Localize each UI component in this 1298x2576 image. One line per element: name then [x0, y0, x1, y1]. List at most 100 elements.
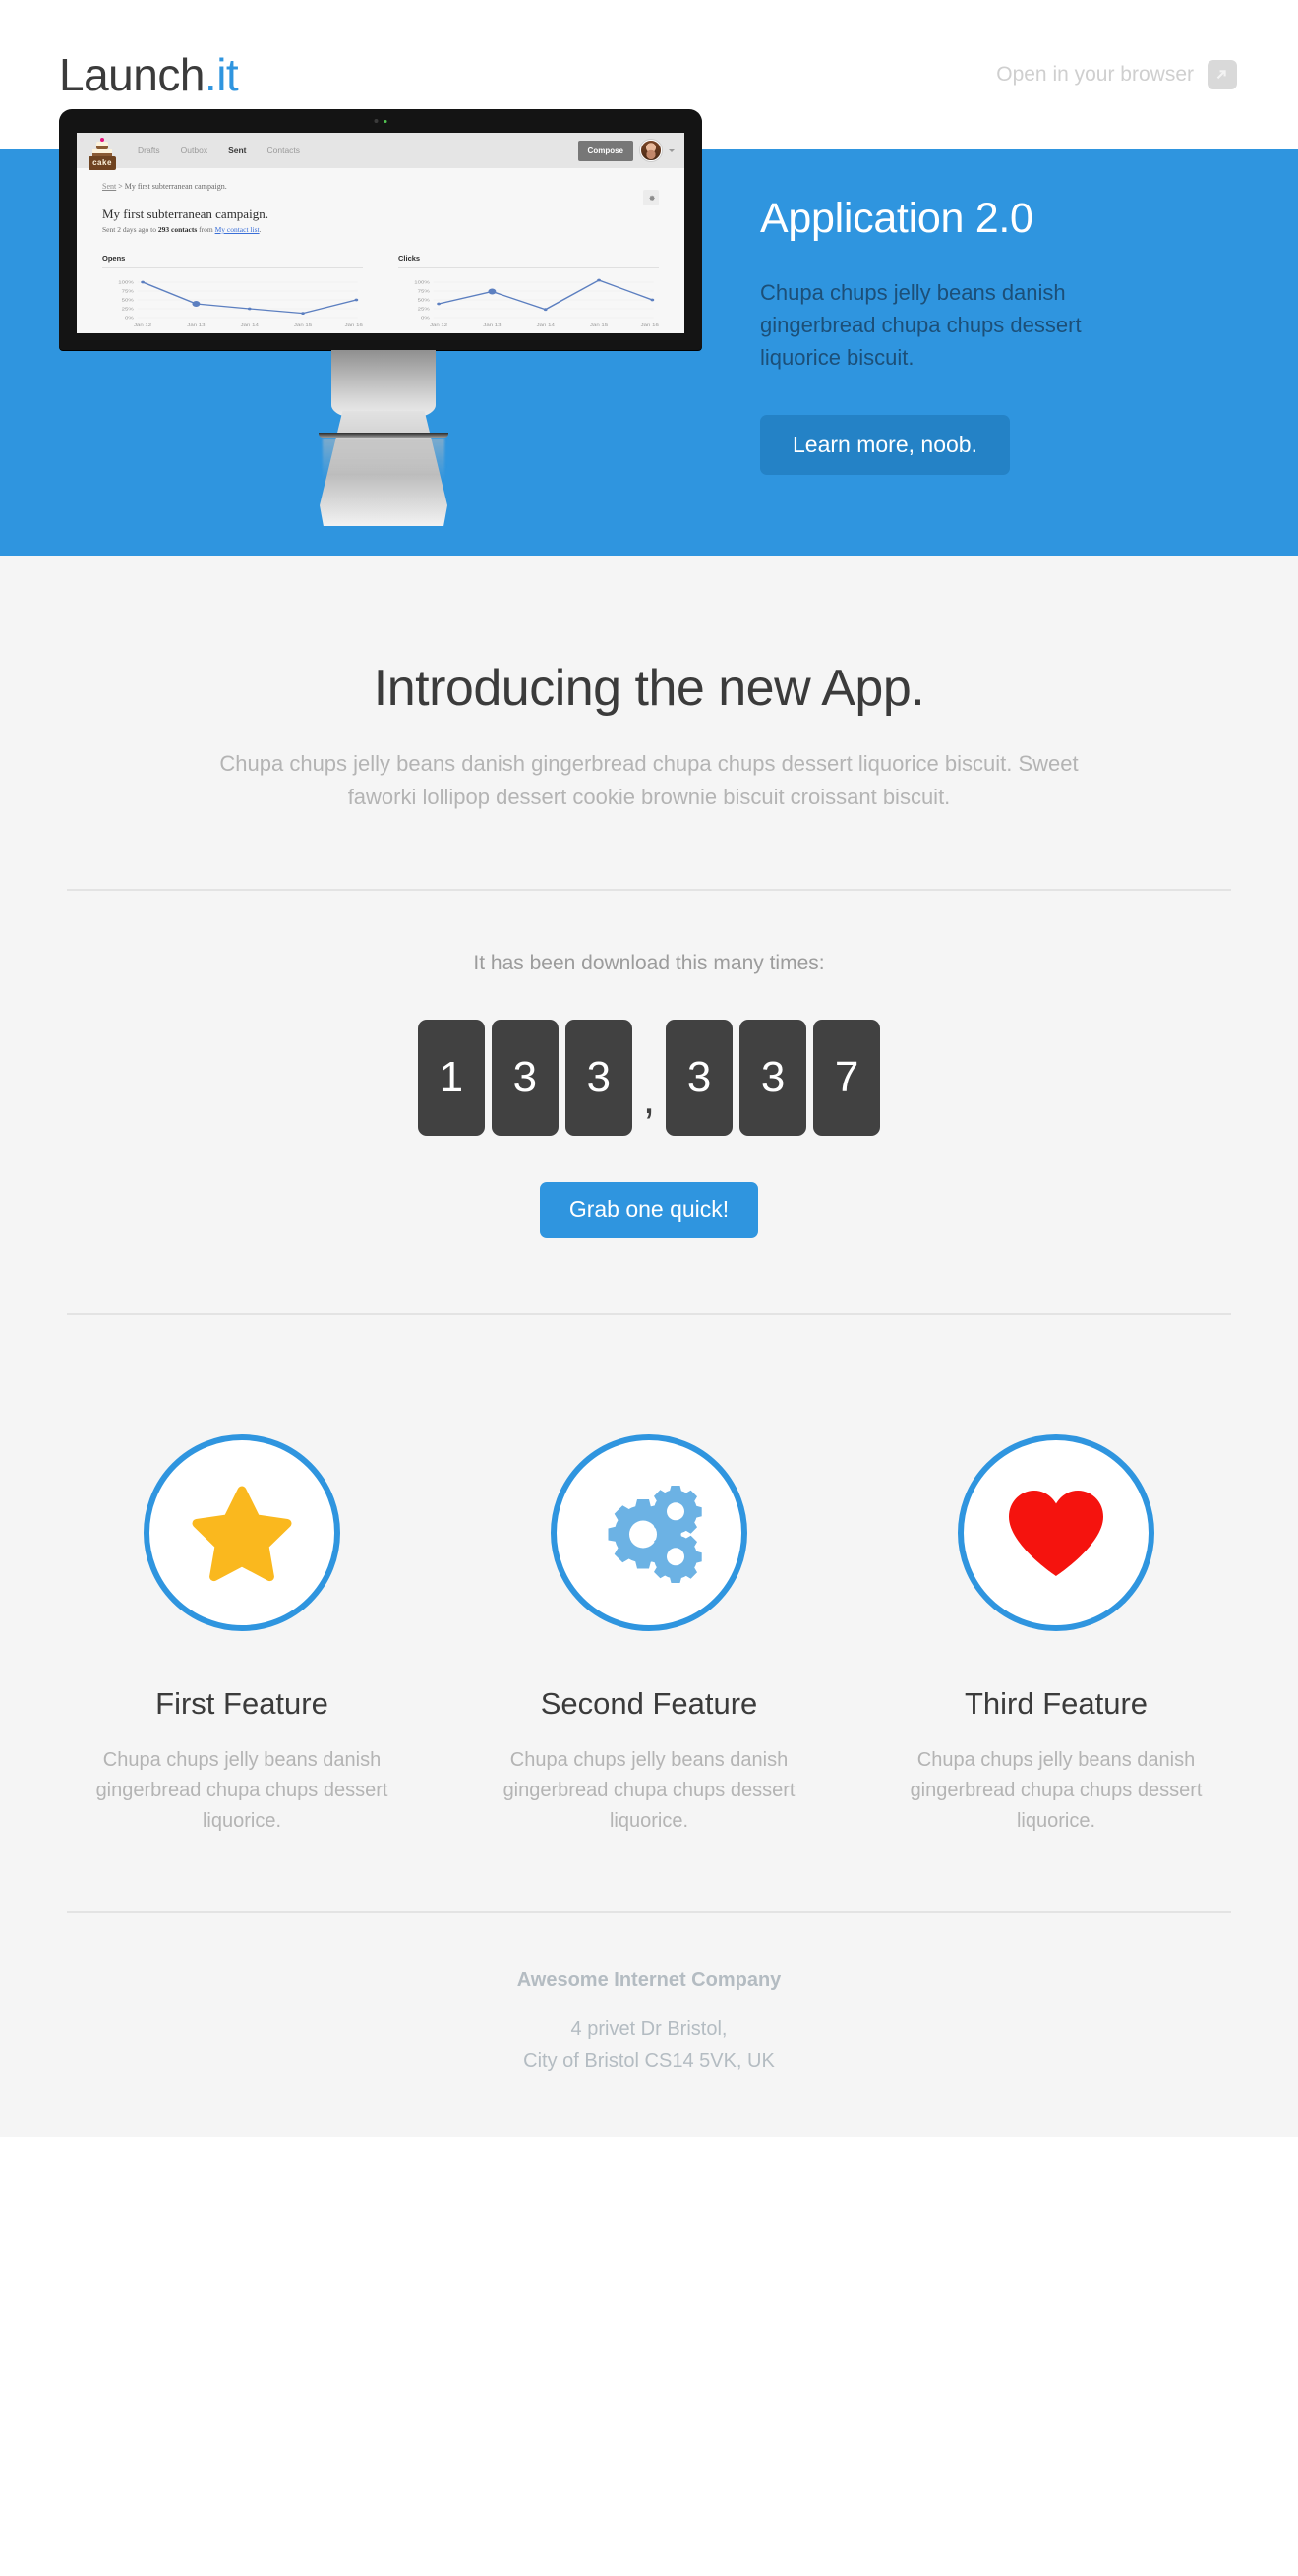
- counter-section: It has been download this many times: 1 …: [0, 891, 1298, 1239]
- chart-clicks-plot: 100% 75% 50% 25% 0% Jan 12 Jan 13 Jan 14 J…: [414, 278, 659, 328]
- campaign-meta-mid: from: [197, 225, 215, 234]
- app-nav-right: Compose: [577, 140, 675, 161]
- gear-icon[interactable]: [643, 190, 659, 205]
- counter-digit: 3: [491, 1020, 559, 1137]
- svg-text:100%: 100%: [118, 280, 134, 285]
- feature-title: Second Feature: [540, 1686, 758, 1722]
- footer-address-line-2: City of Bristol CS14 5VK, UK: [523, 2050, 775, 2073]
- svg-text:50%: 50%: [122, 298, 134, 303]
- footer-company: Awesome Internet Company: [516, 1969, 782, 1992]
- heart-icon: [1009, 1491, 1103, 1577]
- svg-text:Jan 16: Jan 16: [345, 323, 363, 328]
- svg-text:Jan 14: Jan 14: [241, 323, 259, 328]
- app-nav-drafts[interactable]: Drafts: [138, 146, 160, 155]
- charts-row: Opens 100% 75% 50% 25% 0% Jan 12 Jan 13 …: [102, 254, 659, 329]
- svg-text:Jan 15: Jan 15: [590, 323, 608, 328]
- hero-body: Chupa chups jelly beans danish gingerbre…: [760, 280, 1082, 371]
- counter-digit: 3: [739, 1020, 807, 1137]
- svg-text:Jan 16: Jan 16: [641, 323, 659, 328]
- svg-text:100%: 100%: [414, 280, 430, 285]
- svg-text:25%: 25%: [122, 307, 134, 312]
- breadcrumb-separator: >: [118, 182, 123, 191]
- svg-text:75%: 75%: [418, 289, 430, 294]
- svg-text:Jan 14: Jan 14: [537, 323, 555, 328]
- svg-text:Jan 15: Jan 15: [294, 323, 312, 328]
- hero-cta-button[interactable]: Learn more, noob.: [760, 415, 1010, 476]
- counter-digit: 3: [666, 1020, 734, 1137]
- footer-address-line-1: 4 privet Dr Bristol,: [570, 2019, 728, 2041]
- email-page: Launch.it Open in your browser Applicati…: [0, 0, 1298, 2576]
- svg-text:Jan 12: Jan 12: [430, 323, 447, 328]
- campaign-title: My first subterranean campaign.: [102, 206, 268, 221]
- chart-clicks-yticks: 100% 75% 50% 25% 0%: [414, 280, 430, 321]
- page-title: Introducing the new App.: [373, 660, 925, 717]
- chart-clicks-xticks: Jan 12 Jan 13 Jan 14 Jan 15 Jan 16: [430, 323, 659, 328]
- chart-opens-yticks: 100% 75% 50% 25% 0%: [118, 280, 134, 321]
- chart-opens-xticks: Jan 12 Jan 13 Jan 14 Jan 15 Jan 16: [134, 323, 363, 328]
- body-section: Introducing the new App. Chupa chups jel…: [0, 556, 1298, 2137]
- chart-opens-gridlines: [137, 281, 358, 319]
- monitor-illustration: cake Drafts Outbox Sent Contacts Compose: [59, 0, 708, 551]
- counter-digit: 1: [417, 1020, 485, 1137]
- avatar[interactable]: [640, 140, 662, 161]
- feature-card-first: First Feature Chupa chups jelly beans da…: [80, 1434, 404, 1837]
- counter-digit: 7: [813, 1020, 881, 1137]
- download-counter: 1 3 3 , 3 3 7: [0, 1020, 1298, 1137]
- open-in-browser-label: Open in your browser: [996, 63, 1194, 86]
- app-content: Sent > My first subterranean campaign. M…: [77, 168, 684, 333]
- svg-text:25%: 25%: [418, 307, 430, 312]
- chart-clicks-points: [437, 278, 655, 312]
- counter-separator: ,: [642, 1075, 656, 1124]
- chart-clicks-line: [438, 279, 653, 311]
- campaign-meta-pre: Sent 2 days ago to: [102, 225, 158, 234]
- star-icon: [192, 1486, 292, 1582]
- hero-copy: Application 2.0 Chupa chups jelly beans …: [760, 195, 1222, 476]
- campaign-meta: Sent 2 days ago to 293 contacts from My …: [102, 225, 659, 234]
- app-navbar: cake Drafts Outbox Sent Contacts Compose: [77, 133, 684, 171]
- contact-list-link[interactable]: My contact list: [215, 225, 260, 234]
- chart-opens-plot: 100% 75% 50% 25% 0% Jan 12 Jan 13 Jan 14 J…: [118, 280, 363, 328]
- chart-clicks-title: Clicks: [398, 254, 421, 263]
- svg-text:Jan 13: Jan 13: [483, 323, 501, 328]
- svg-text:0%: 0%: [421, 316, 430, 321]
- svg-text:Jan 12: Jan 12: [134, 323, 151, 328]
- svg-text:75%: 75%: [122, 289, 134, 294]
- chevron-down-icon[interactable]: [669, 148, 675, 152]
- app-screenshot: cake Drafts Outbox Sent Contacts Compose: [77, 133, 684, 333]
- counter-digit: 3: [564, 1020, 632, 1137]
- feature-icon-circle: [144, 1434, 340, 1632]
- cake-logo-icon[interactable]: cake: [88, 138, 116, 171]
- external-link-icon: [1208, 60, 1237, 89]
- intro-section: Introducing the new App. Chupa chups jel…: [0, 556, 1298, 814]
- app-nav-items: Drafts Outbox Sent Contacts: [138, 146, 300, 155]
- feature-icon-circle: [551, 1434, 747, 1632]
- webcam-icon: [374, 119, 387, 123]
- svg-text:0%: 0%: [125, 316, 134, 321]
- app-nav-sent[interactable]: Sent: [228, 146, 246, 155]
- feature-card-second: Second Feature Chupa chups jelly beans d…: [487, 1434, 811, 1837]
- chart-opens: Opens 100% 75% 50% 25% 0% Jan 12 Jan 13 …: [102, 254, 363, 329]
- breadcrumb-sent-link[interactable]: Sent: [102, 182, 116, 191]
- feature-title: First Feature: [155, 1686, 328, 1722]
- gears-icon: [608, 1486, 702, 1584]
- feature-description: Chupa chups jelly beans danish gingerbre…: [502, 1749, 796, 1833]
- campaign-meta-end: .: [259, 225, 262, 234]
- open-in-browser-link[interactable]: Open in your browser: [996, 60, 1237, 89]
- feature-icon-circle: [958, 1434, 1154, 1632]
- email-footer: Awesome Internet Company 4 privet Dr Bri…: [0, 1913, 1298, 2136]
- breadcrumb-current: My first subterranean campaign.: [124, 182, 227, 191]
- chart-opens-points: [141, 280, 359, 315]
- feature-title: Third Feature: [964, 1686, 1149, 1722]
- cake-logo-word: cake: [92, 158, 112, 167]
- svg-text:Jan 13: Jan 13: [187, 323, 205, 328]
- counter-label: It has been download this many times:: [473, 952, 825, 975]
- campaign-contact-count: 293 contacts: [157, 225, 198, 234]
- features-section: First Feature Chupa chups jelly beans da…: [0, 1315, 1298, 1837]
- feature-card-third: Third Feature Chupa chups jelly beans da…: [894, 1434, 1218, 1837]
- app-nav-contacts[interactable]: Contacts: [267, 146, 301, 155]
- svg-text:50%: 50%: [418, 298, 430, 303]
- compose-button[interactable]: Compose: [577, 140, 633, 161]
- app-nav-outbox[interactable]: Outbox: [181, 146, 207, 155]
- grab-one-quick-button[interactable]: Grab one quick!: [539, 1182, 759, 1239]
- chart-opens-title: Opens: [102, 254, 126, 263]
